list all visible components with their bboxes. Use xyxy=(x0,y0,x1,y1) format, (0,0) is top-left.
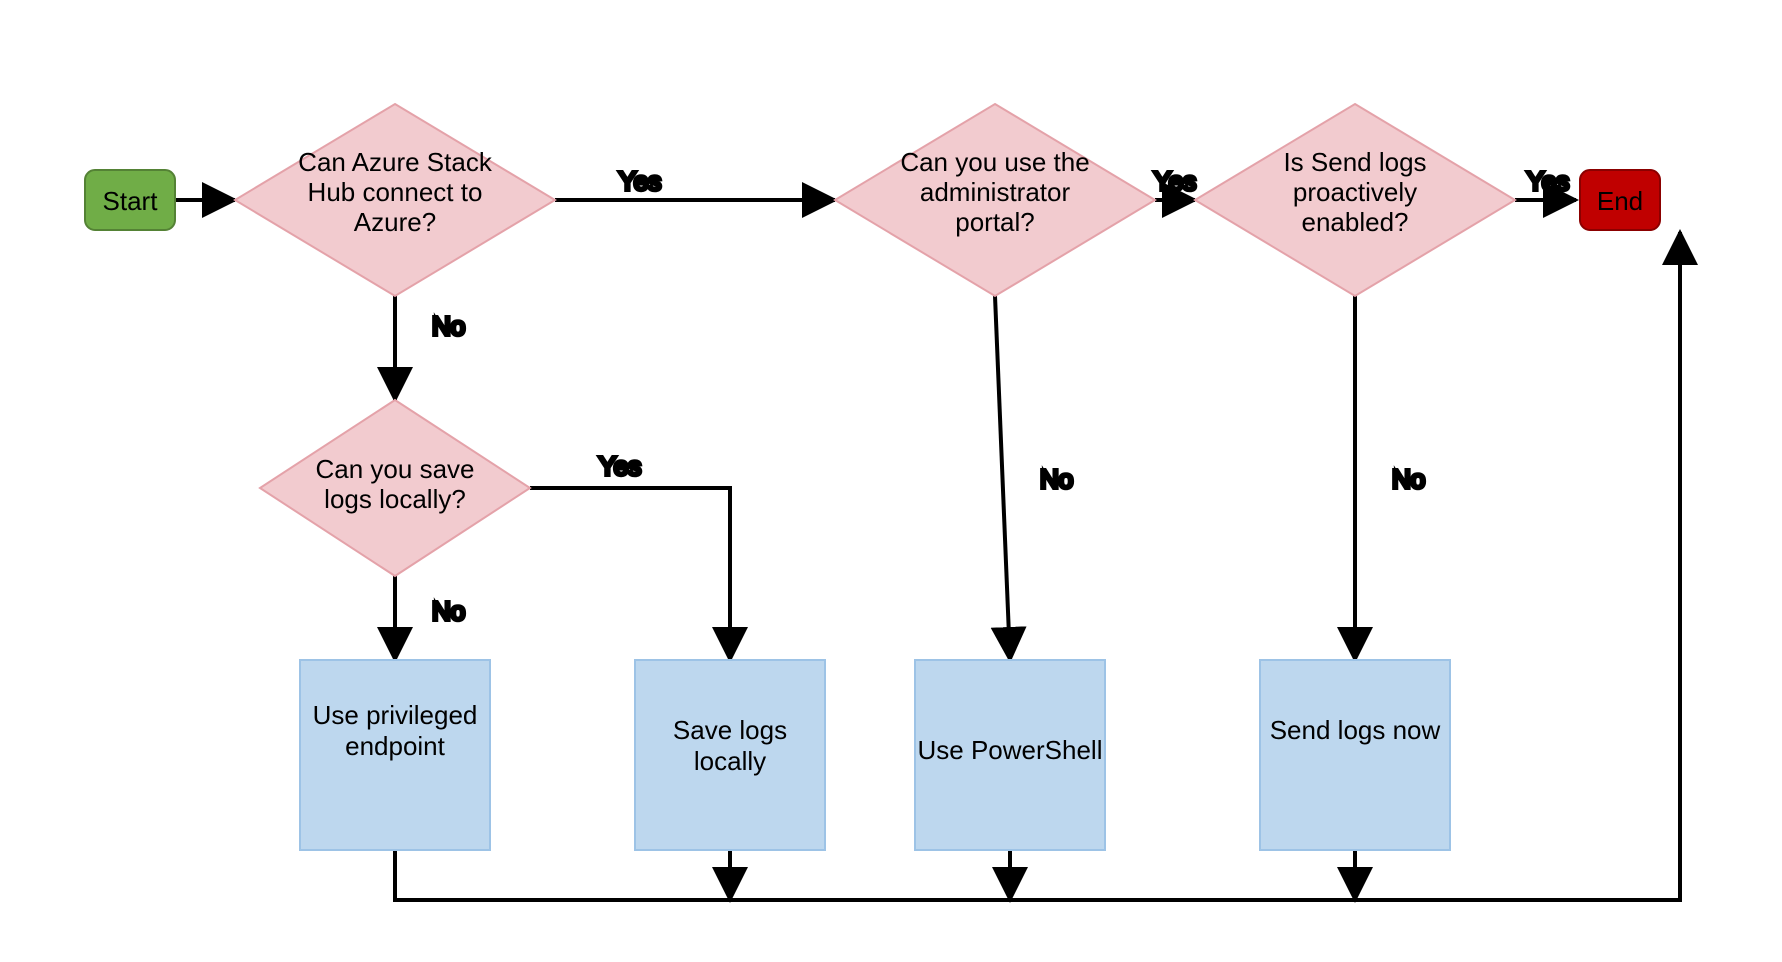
edge-d2-p3 xyxy=(995,296,1010,660)
d4-text: Can you save logs locally? xyxy=(316,455,475,514)
process-send-logs-now: Send logs now xyxy=(1260,660,1450,850)
terminator-start: Start xyxy=(85,170,175,230)
decision-proactive-logs: Is Send logs proactively enabled? xyxy=(1195,104,1515,296)
process-save-logs-locally: Save logs locally xyxy=(635,660,825,850)
d2-text: Can you use the administrator portal? xyxy=(900,148,1089,237)
terminator-end: End xyxy=(1580,170,1660,230)
start-label: Start xyxy=(103,186,159,216)
process-use-powershell: Use PowerShell xyxy=(915,660,1105,850)
label-d4-yes: Yes xyxy=(599,451,641,481)
decision-admin-portal: Can you use the administrator portal? xyxy=(835,104,1155,296)
decision-connect-azure: Can Azure Stack Hub connect to Azure? xyxy=(235,104,555,296)
label-d4-no: No xyxy=(432,596,465,626)
edge-d4-p2 xyxy=(530,488,730,660)
label-d3-yes: Yes xyxy=(1527,166,1569,196)
p2-text: Save logs locally xyxy=(673,715,787,776)
p4-text: Send logs now xyxy=(1270,715,1441,745)
label-d2-no: No xyxy=(1040,464,1073,494)
end-label: End xyxy=(1597,186,1643,216)
label-d1-no: No xyxy=(432,311,465,341)
label-d2-yes: Yes xyxy=(1154,166,1196,196)
label-d1-yes: Yes xyxy=(619,166,661,196)
decision-save-locally: Can you save logs locally? xyxy=(260,400,530,576)
d3-text: Is Send logs proactively enabled? xyxy=(1283,148,1426,237)
flowchart: Yes Yes Yes No No Yes No No Start xyxy=(0,0,1782,962)
label-d3-no: No xyxy=(1392,464,1425,494)
process-privileged-endpoint: Use privileged endpoint xyxy=(300,660,490,850)
p1-text: Use privileged endpoint xyxy=(313,700,478,761)
d1-text: Can Azure Stack Hub connect to Azure? xyxy=(298,148,492,237)
p3-text: Use PowerShell xyxy=(918,735,1103,765)
